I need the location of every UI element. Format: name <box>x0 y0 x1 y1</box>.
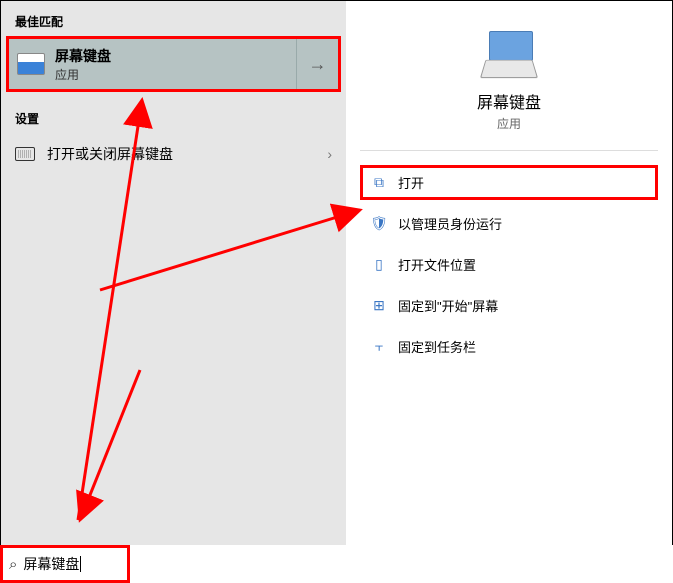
action-pin-taskbar-label: 固定到任务栏 <box>398 337 476 356</box>
settings-result-label: 打开或关闭屏幕键盘 <box>47 144 327 164</box>
results-panel: 最佳匹配 屏幕键盘 应用 → 设置 打开或关闭屏幕键盘 › <box>1 1 346 545</box>
keyboard-app-icon <box>17 53 45 75</box>
action-open[interactable]: ⧉ 打开 <box>360 165 658 200</box>
folder-icon: ▯ <box>370 256 388 273</box>
pin-taskbar-icon: ⫟ <box>370 338 388 355</box>
expand-arrow-icon[interactable]: → <box>296 39 338 89</box>
action-location-label: 打开文件位置 <box>398 255 476 274</box>
settings-header: 设置 <box>1 106 346 133</box>
pin-start-icon: ⊞ <box>370 297 388 314</box>
action-open-label: 打开 <box>398 173 424 192</box>
detail-panel: 屏幕键盘 应用 ⧉ 打开 🛡 以管理员身份运行 ▯ 打开文件位置 ⊞ 固定到"开… <box>346 1 672 545</box>
shield-icon: 🛡 <box>370 215 388 232</box>
action-pin-taskbar[interactable]: ⫟ 固定到任务栏 <box>360 329 658 364</box>
action-pin-start-label: 固定到"开始"屏幕 <box>398 296 498 315</box>
best-match-result[interactable]: 屏幕键盘 应用 → <box>6 36 341 92</box>
action-file-location[interactable]: ▯ 打开文件位置 <box>360 247 658 282</box>
best-match-title: 屏幕键盘 <box>55 46 296 66</box>
detail-header: 屏幕键盘 应用 <box>346 21 672 150</box>
open-icon: ⧉ <box>370 174 388 191</box>
best-match-subtitle: 应用 <box>55 66 296 83</box>
search-input[interactable]: ⌕ 屏幕键盘 <box>0 545 130 583</box>
text-cursor <box>80 556 81 572</box>
divider <box>360 150 658 151</box>
action-pin-start[interactable]: ⊞ 固定到"开始"屏幕 <box>360 288 658 323</box>
search-value: 屏幕键盘 <box>23 554 79 574</box>
best-match-header: 最佳匹配 <box>1 9 346 36</box>
keyboard-large-icon <box>479 31 539 79</box>
keyboard-setting-icon <box>15 147 35 161</box>
action-list: ⧉ 打开 🛡 以管理员身份运行 ▯ 打开文件位置 ⊞ 固定到"开始"屏幕 ⫟ 固… <box>346 165 672 364</box>
detail-subtitle: 应用 <box>346 115 672 132</box>
chevron-right-icon: › <box>327 146 332 162</box>
action-admin-label: 以管理员身份运行 <box>398 214 502 233</box>
action-run-admin[interactable]: 🛡 以管理员身份运行 <box>360 206 658 241</box>
settings-result[interactable]: 打开或关闭屏幕键盘 › <box>1 133 346 175</box>
detail-title: 屏幕键盘 <box>346 89 672 113</box>
best-match-text: 屏幕键盘 应用 <box>55 46 296 83</box>
search-icon: ⌕ <box>9 556 17 573</box>
